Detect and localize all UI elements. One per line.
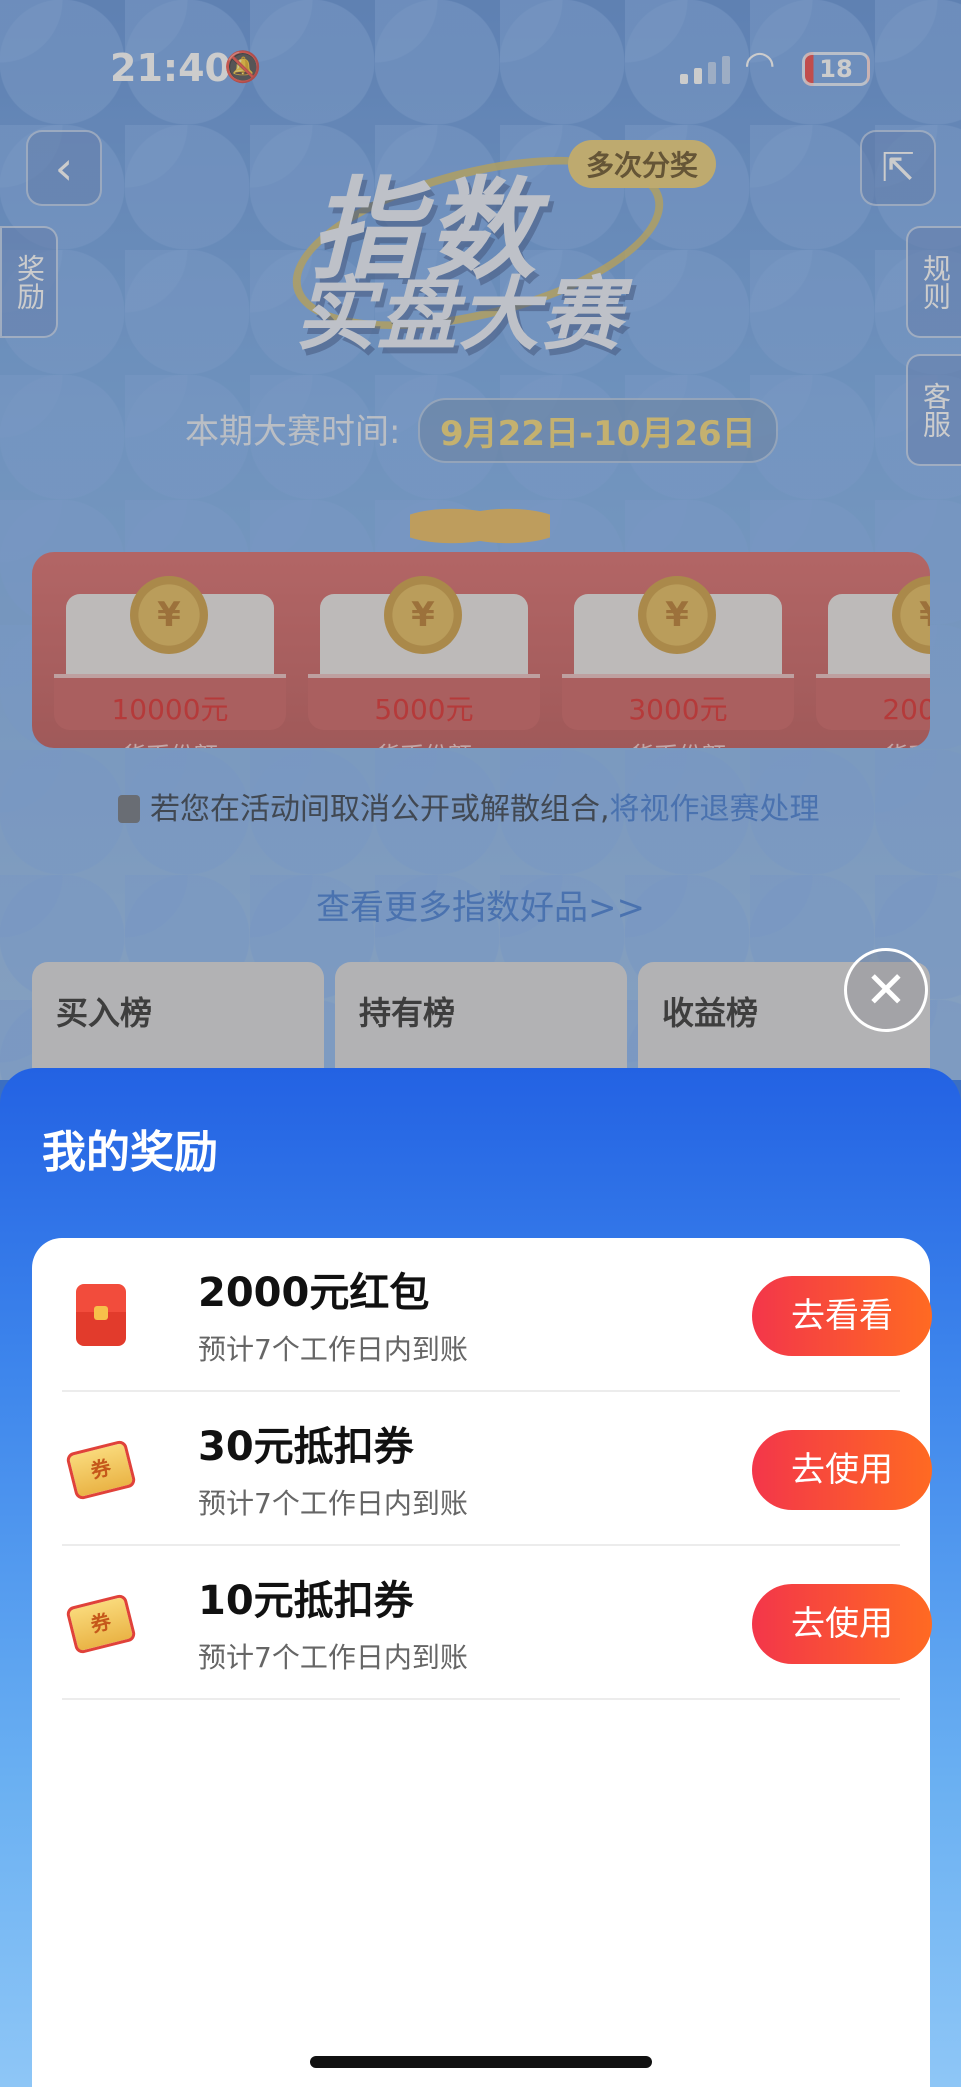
red-envelope-icon bbox=[70, 1284, 132, 1346]
close-sheet-button[interactable]: ✕ bbox=[844, 948, 928, 1032]
reward-title: 10元抵扣券 bbox=[198, 1578, 414, 1624]
reward-row: 2000元红包 预计7个工作日内到账 去看看 bbox=[62, 1238, 932, 1392]
reward-title: 2000元红包 bbox=[198, 1270, 430, 1316]
reward-subtitle: 预计7个工作日内到账 bbox=[198, 1333, 468, 1366]
red-envelope-shape bbox=[76, 1284, 126, 1346]
use-coupon-30-button[interactable]: 去使用 bbox=[752, 1430, 932, 1510]
reward-row: 券 10元抵扣券 预计7个工作日内到账 去使用 bbox=[62, 1546, 932, 1700]
reward-row: 券 30元抵扣券 预计7个工作日内到账 去使用 bbox=[62, 1392, 932, 1546]
coupon-shape: 券 bbox=[65, 1593, 137, 1655]
close-icon: ✕ bbox=[865, 961, 907, 1019]
sheet-title: 我的奖励 bbox=[42, 1127, 218, 1178]
prize-amount: 10000元 bbox=[111, 693, 229, 726]
coupon-shape: 券 bbox=[65, 1439, 137, 1501]
home-indicator[interactable] bbox=[310, 2056, 652, 2068]
my-rewards-sheet: 我的奖励 2000元红包 预计7个工作日内到账 去看看 券 30元抵扣券 预计7… bbox=[0, 1068, 961, 2087]
use-coupon-10-button[interactable]: 去使用 bbox=[752, 1584, 932, 1664]
reward-subtitle: 预计7个工作日内到账 bbox=[198, 1487, 468, 1520]
rewards-list: 2000元红包 预计7个工作日内到账 去看看 券 30元抵扣券 预计7个工作日内… bbox=[32, 1238, 932, 2087]
coupon-icon: 券 bbox=[65, 1592, 137, 1655]
modal-backdrop[interactable] bbox=[0, 0, 961, 1080]
coupon-icon: 券 bbox=[65, 1438, 137, 1501]
view-red-packet-button[interactable]: 去看看 bbox=[752, 1276, 932, 1356]
reward-subtitle: 预计7个工作日内到账 bbox=[198, 1641, 468, 1674]
reward-title: 30元抵扣券 bbox=[198, 1424, 414, 1470]
prize-amount: 2000元 bbox=[882, 693, 930, 726]
prize-amount: 5000元 bbox=[374, 693, 474, 726]
prize-amount: 3000元 bbox=[628, 693, 728, 726]
